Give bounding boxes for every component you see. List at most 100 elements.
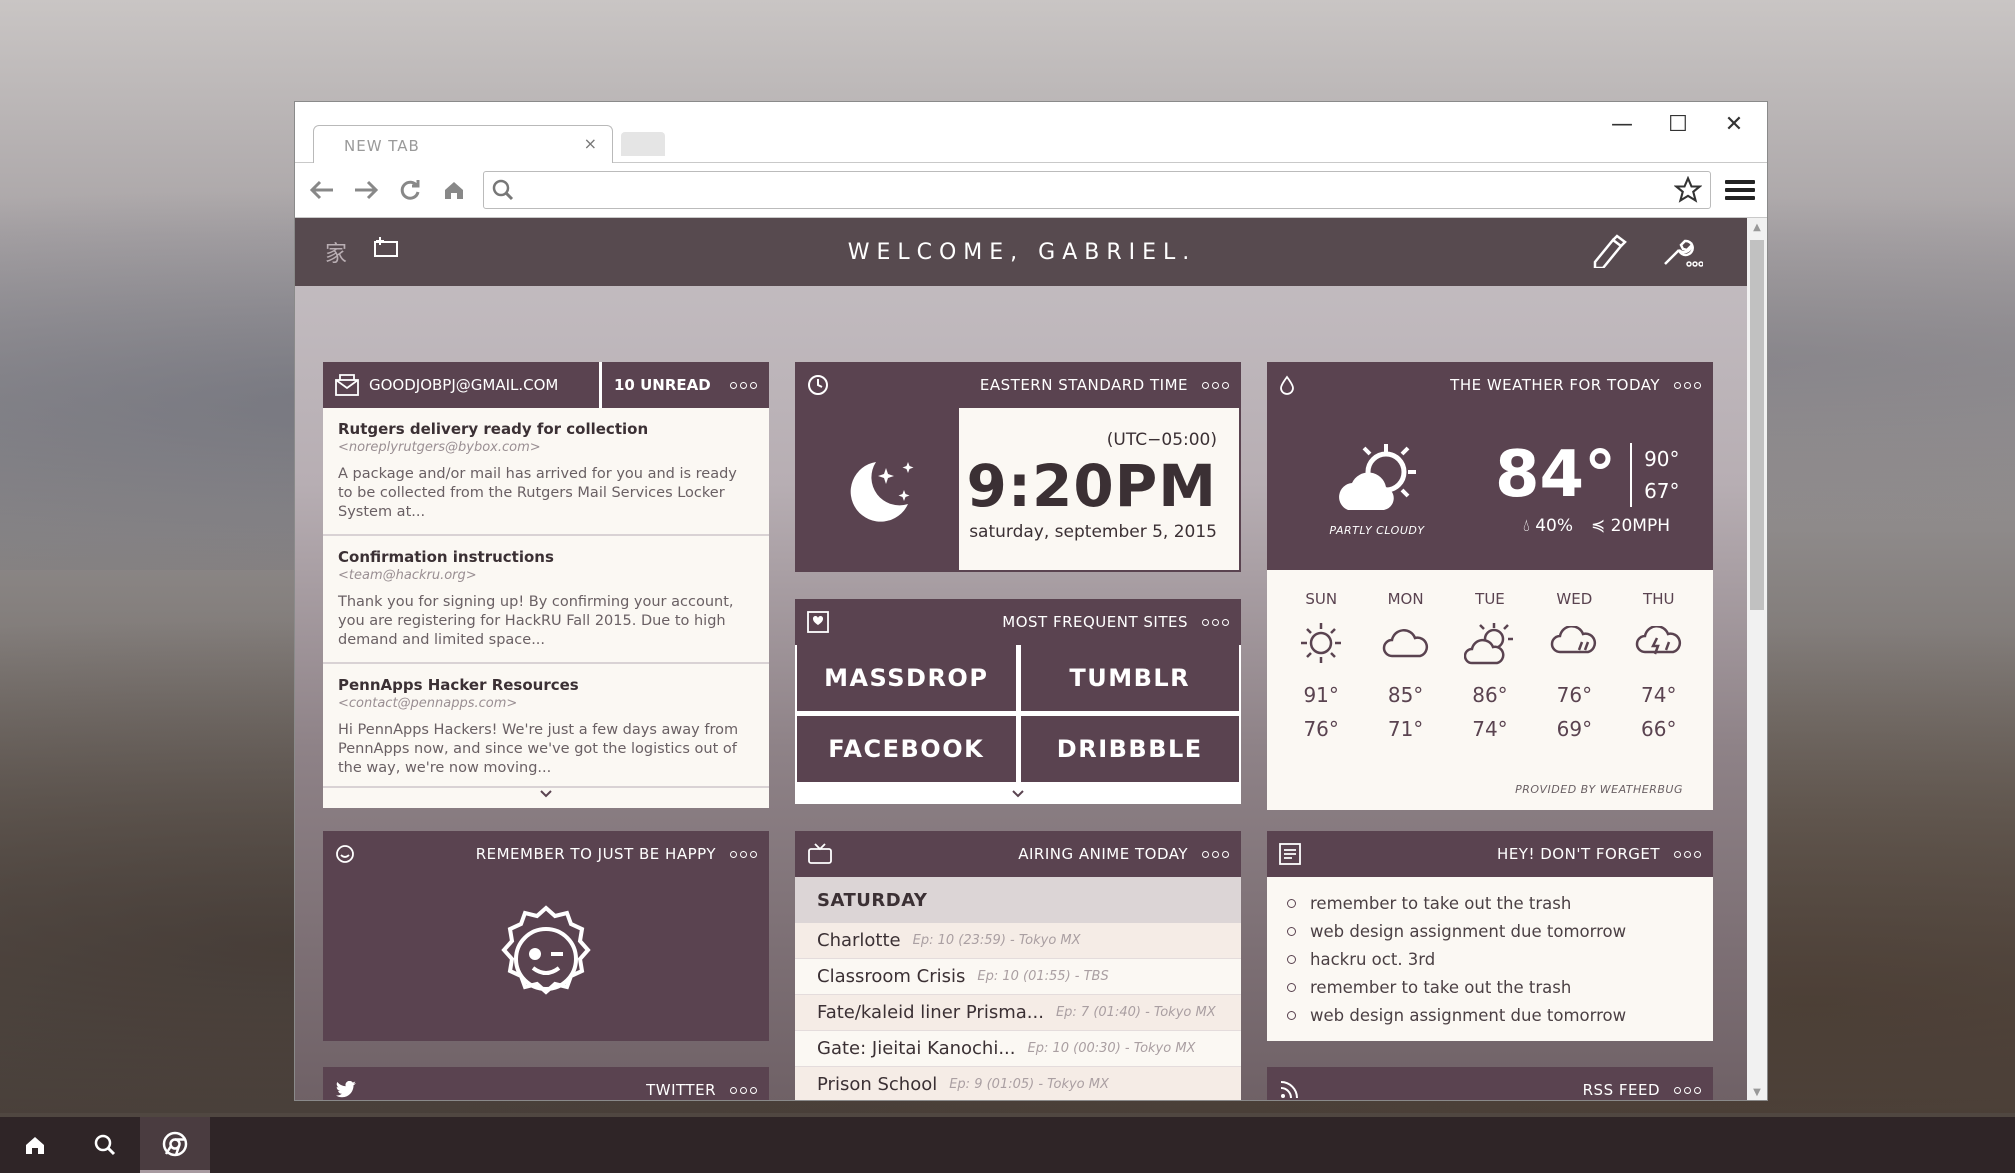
tab-new-tab[interactable]: NEW TAB × [313, 125, 613, 163]
more-options-icon[interactable] [1202, 618, 1229, 626]
forecast-day: MON 85° 71° [1371, 590, 1441, 746]
reload-icon[interactable] [395, 175, 425, 205]
forecast-day: THU 74° 66° [1624, 590, 1694, 746]
current-time: 9:20PM [966, 452, 1217, 520]
site-tile-tumblr[interactable]: TUMBLR [1020, 645, 1239, 711]
widget-title: AIRING ANIME TODAY [1018, 845, 1188, 863]
scroll-down-icon[interactable]: ▼ [1747, 1087, 1767, 1098]
anime-title: Charlotte [817, 930, 901, 951]
page-scrollbar[interactable]: ▲ ▼ [1747, 218, 1767, 1100]
more-options-icon[interactable] [1674, 381, 1701, 389]
maximize-button[interactable]: ☐ [1665, 112, 1691, 137]
more-options-icon[interactable] [1674, 1086, 1701, 1094]
anime-row[interactable]: Classroom Crisis Ep: 10 (01:55) - TBS [795, 959, 1241, 995]
menu-icon[interactable] [1725, 175, 1755, 205]
anime-row[interactable]: Prison School Ep: 9 (01:05) - Tokyo MX [795, 1067, 1241, 1100]
taskbar-chrome-icon[interactable] [140, 1117, 210, 1173]
taskbar-home-icon[interactable] [0, 1117, 70, 1173]
anime-row[interactable]: Charlotte Ep: 10 (23:59) - Tokyo MX [795, 923, 1241, 959]
todo-item[interactable]: remember to take out the trash [1287, 973, 1693, 1001]
forecast-day-name: MON [1387, 590, 1424, 608]
taskbar-search-icon[interactable] [70, 1117, 140, 1173]
new-tab-page: 家 WELCOME, GABRIEL. GOODJOBPJ@GMAIL.COM … [295, 218, 1749, 1100]
site-tile-dribbble[interactable]: DRIBBBLE [1020, 716, 1239, 782]
weather-credit: PROVIDED BY WEATHERBUG [1515, 783, 1683, 796]
todo-item[interactable]: web design assignment due tomorrow [1287, 917, 1693, 945]
forecast-day-name: THU [1643, 590, 1675, 608]
clock-widget: EASTERN STANDARD TIME (UTC−05:00) 9:20PM… [795, 362, 1241, 572]
email-preview: A package and/or mail has arrived for yo… [338, 466, 737, 520]
happy-widget: REMEMBER TO JUST BE HAPPY [323, 831, 769, 1041]
moon-icon [797, 408, 959, 570]
email-sender: <team@hackru.org> [338, 568, 477, 583]
rain-cloud-icon [1539, 608, 1609, 678]
close-window-button[interactable]: ✕ [1721, 112, 1747, 137]
taskbar [0, 1117, 2015, 1173]
unread-count-button[interactable]: 10 UNREAD [599, 362, 769, 408]
bullet-circle-icon [1287, 954, 1296, 964]
address-bar[interactable] [483, 171, 1711, 209]
todo-item[interactable]: hackru oct. 3rd [1287, 945, 1693, 973]
tab-close-icon[interactable]: × [584, 134, 598, 153]
todo-text: web design assignment due tomorrow [1310, 921, 1627, 941]
rss-icon [1279, 1080, 1307, 1100]
forward-icon[interactable] [351, 175, 381, 205]
rss-widget: RSS FEED [1267, 1067, 1713, 1100]
high-temperature: 90° [1644, 447, 1680, 471]
todo-text: remember to take out the trash [1310, 893, 1572, 913]
todo-item[interactable]: web design assignment due tomorrow [1287, 1001, 1693, 1029]
email-item[interactable]: Confirmation instructions <team@hackru.o… [323, 536, 769, 664]
bookmark-star-icon[interactable] [1674, 176, 1702, 204]
anime-title: Gate: Jieitai Kanochi... [817, 1038, 1016, 1059]
anime-episode-info: Ep: 10 (00:30) - Tokyo MX [1027, 1041, 1196, 1056]
anime-episode-info: Ep: 7 (01:40) - Tokyo MX [1055, 1005, 1216, 1020]
more-options-icon[interactable] [1674, 850, 1701, 858]
new-tab-button[interactable] [621, 132, 665, 156]
widget-title: TWITTER [646, 1081, 716, 1099]
anime-row[interactable]: Gate: Jieitai Kanochi... Ep: 10 (00:30) … [795, 1031, 1241, 1067]
email-subject: Rutgers delivery ready for collection [338, 420, 649, 438]
clock-icon [807, 374, 835, 396]
more-options-icon[interactable] [730, 381, 757, 389]
minimize-button[interactable]: — [1609, 112, 1635, 137]
settings-wrench-icon[interactable] [1661, 234, 1704, 272]
site-tile-facebook[interactable]: FACEBOOK [797, 716, 1016, 782]
scroll-up-icon[interactable]: ▲ [1747, 222, 1767, 233]
email-subject: Confirmation instructions [338, 548, 554, 566]
forecast-day-name: TUE [1475, 590, 1505, 608]
email-item[interactable]: Rutgers delivery ready for collection <n… [323, 408, 769, 536]
back-icon[interactable] [307, 175, 337, 205]
chevron-down-icon[interactable] [795, 784, 1241, 804]
more-options-icon[interactable] [730, 850, 757, 858]
scroll-thumb[interactable] [1750, 240, 1764, 610]
todo-item[interactable]: remember to take out the trash [1287, 889, 1693, 917]
url-input[interactable] [522, 181, 1674, 199]
email-item[interactable]: PennApps Hacker Resources <contact@penna… [323, 664, 769, 788]
bullet-circle-icon [1287, 926, 1296, 936]
email-preview: Thank you for signing up! By confirming … [338, 594, 734, 648]
email-widget: GOODJOBPJ@GMAIL.COM 10 UNREAD Rutgers de… [323, 362, 769, 808]
chevron-down-icon[interactable] [323, 788, 769, 808]
storm-cloud-icon [1624, 608, 1694, 678]
anime-row[interactable]: Fate/kaleid liner Prisma... Ep: 7 (01:40… [795, 995, 1241, 1031]
more-options-icon[interactable] [1202, 850, 1229, 858]
edit-pencil-icon[interactable] [1591, 234, 1627, 272]
forecast-low: 74° [1472, 717, 1508, 741]
email-subject: PennApps Hacker Resources [338, 676, 579, 694]
home-icon[interactable] [439, 175, 469, 205]
browser-window: NEW TAB × — ☐ ✕ 家 WELCOME, GABRIEL. GOOD… [294, 101, 1768, 1101]
browser-toolbar [295, 162, 1767, 218]
anime-title: Classroom Crisis [817, 966, 966, 987]
more-options-icon[interactable] [1202, 381, 1229, 389]
weather-condition: PARTLY CLOUDY [1329, 523, 1425, 537]
page-title: WELCOME, GABRIEL. [847, 240, 1197, 265]
email-sender: <noreplyrutgers@bybox.com> [338, 440, 541, 455]
widget-title: RSS FEED [1582, 1081, 1660, 1099]
unread-count: 10 UNREAD [614, 376, 711, 394]
anime-episode-info: Ep: 10 (23:59) - Tokyo MX [912, 933, 1081, 948]
more-options-icon[interactable] [730, 1086, 757, 1094]
email-address: GOODJOBPJ@GMAIL.COM [369, 376, 559, 394]
sun-icon [1286, 608, 1356, 678]
widget-title: REMEMBER TO JUST BE HAPPY [475, 845, 716, 863]
site-tile-massdrop[interactable]: MASSDROP [797, 645, 1016, 711]
